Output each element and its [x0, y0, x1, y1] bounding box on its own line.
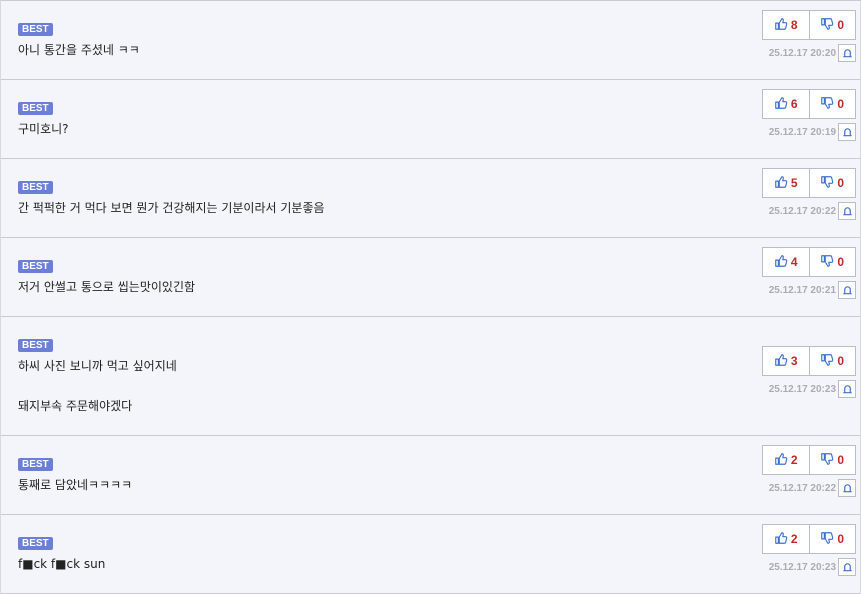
best-badge: BEST	[18, 339, 53, 352]
upvote-button[interactable]: 4	[763, 248, 809, 276]
thumbs-up-icon	[774, 95, 788, 114]
downvote-button[interactable]: 0	[808, 446, 856, 474]
vote-box: 2 0	[762, 445, 856, 475]
thumbs-down-icon	[820, 95, 834, 114]
thumbs-up-icon	[774, 352, 788, 371]
bell-icon	[842, 44, 853, 63]
thumbs-down-icon	[820, 530, 834, 549]
comment-date: 25.12.17 20:20	[768, 47, 836, 59]
comment-text: 통째로 담았네ㅋㅋㅋㅋ	[18, 478, 133, 492]
comment-text: f■ck f■ck sun	[18, 557, 106, 571]
best-badge: BEST	[18, 181, 53, 194]
comment-date: 25.12.17 20:23	[768, 561, 836, 573]
thumbs-down-icon	[820, 253, 834, 272]
downvote-button[interactable]: 0	[808, 248, 856, 276]
downvote-button[interactable]: 0	[808, 11, 856, 39]
bell-icon	[842, 380, 853, 399]
upvote-button[interactable]: 3	[763, 347, 809, 375]
report-button[interactable]	[838, 202, 856, 220]
best-badge: BEST	[18, 537, 53, 550]
downvote-count: 0	[837, 18, 845, 32]
comment-text: 저거 안썰고 통으로 씹는맛이있긴함	[18, 280, 196, 294]
thumbs-up-icon	[774, 16, 788, 35]
report-button[interactable]	[838, 44, 856, 62]
best-badge: BEST	[18, 458, 53, 471]
bell-icon	[842, 281, 853, 300]
comment-item: BEST 저거 안썰고 통으로 씹는맛이있긴함 4 0 25.12.17 20:…	[1, 238, 860, 317]
upvote-button[interactable]: 5	[763, 169, 809, 197]
upvote-count: 3	[790, 354, 798, 368]
report-button[interactable]	[838, 123, 856, 141]
comment-meta: 25.12.17 20:20	[769, 44, 856, 62]
downvote-count: 0	[837, 176, 845, 190]
vote-box: 5 0	[762, 168, 856, 198]
downvote-count: 0	[837, 532, 845, 546]
comment-list: BEST 아니 통간을 주셨네 ㅋㅋ 8 0 25.12.17 20:20 BE…	[0, 0, 861, 594]
comment-meta: 25.12.17 20:19	[769, 123, 856, 141]
comment-item: BEST f■ck f■ck sun 2 0 25.12.17 20:23	[1, 515, 860, 594]
thumbs-down-icon	[820, 16, 834, 35]
report-button[interactable]	[838, 281, 856, 299]
comment-item: BEST 아니 통간을 주셨네 ㅋㅋ 8 0 25.12.17 20:20	[1, 1, 860, 80]
downvote-count: 0	[837, 354, 845, 368]
upvote-count: 6	[790, 97, 798, 111]
upvote-button[interactable]: 8	[763, 11, 809, 39]
upvote-count: 4	[790, 255, 798, 269]
upvote-count: 5	[790, 176, 798, 190]
comment-date: 25.12.17 20:21	[768, 284, 836, 296]
thumbs-down-icon	[820, 174, 834, 193]
report-button[interactable]	[838, 558, 856, 576]
comment-meta: 25.12.17 20:22	[769, 479, 856, 497]
downvote-button[interactable]: 0	[808, 90, 856, 118]
comment-text: 아니 통간을 주셨네 ㅋㅋ	[18, 43, 140, 57]
upvote-button[interactable]: 2	[763, 525, 809, 553]
comment-date: 25.12.17 20:22	[768, 482, 836, 494]
downvote-count: 0	[837, 97, 845, 111]
upvote-count: 8	[790, 18, 798, 32]
vote-box: 6 0	[762, 89, 856, 119]
thumbs-up-icon	[774, 530, 788, 549]
vote-box: 8 0	[762, 10, 856, 40]
bell-icon	[842, 479, 853, 498]
report-button[interactable]	[838, 380, 856, 398]
comment-item: BEST 통째로 담았네ㅋㅋㅋㅋ 2 0 25.12.17 20:22	[1, 436, 860, 515]
downvote-button[interactable]: 0	[808, 347, 856, 375]
comment-item: BEST 하씨 사진 보니까 먹고 싶어지네 돼지부속 주문해야겠다 3 0 2…	[1, 317, 860, 436]
comment-meta: 25.12.17 20:21	[769, 281, 856, 299]
bell-icon	[842, 123, 853, 142]
vote-box: 3 0	[762, 346, 856, 376]
best-badge: BEST	[18, 23, 53, 36]
comment-date: 25.12.17 20:19	[768, 126, 836, 138]
vote-box: 4 0	[762, 247, 856, 277]
thumbs-up-icon	[774, 174, 788, 193]
upvote-count: 2	[790, 453, 798, 467]
bell-icon	[842, 202, 853, 221]
upvote-count: 2	[790, 532, 798, 546]
downvote-button[interactable]: 0	[808, 169, 856, 197]
comment-date: 25.12.17 20:23	[768, 383, 836, 395]
comment-item: BEST 구미호니? 6 0 25.12.17 20:19	[1, 80, 860, 159]
downvote-count: 0	[837, 255, 845, 269]
comment-meta: 25.12.17 20:23	[769, 558, 856, 576]
upvote-button[interactable]: 6	[763, 90, 809, 118]
best-badge: BEST	[18, 102, 53, 115]
best-badge: BEST	[18, 260, 53, 273]
comment-meta: 25.12.17 20:22	[769, 202, 856, 220]
comment-meta: 25.12.17 20:23	[769, 380, 856, 398]
comment-text: 구미호니?	[18, 122, 69, 136]
thumbs-down-icon	[820, 451, 834, 470]
bell-icon	[842, 558, 853, 577]
downvote-button[interactable]: 0	[808, 525, 856, 553]
upvote-button[interactable]: 2	[763, 446, 809, 474]
comment-item: BEST 간 퍽퍽한 거 먹다 보면 뭔가 건강해지는 기분이라서 기분좋음 5…	[1, 159, 860, 238]
report-button[interactable]	[838, 479, 856, 497]
vote-box: 2 0	[762, 524, 856, 554]
comment-text: 하씨 사진 보니까 먹고 싶어지네 돼지부속 주문해야겠다	[18, 359, 177, 413]
comment-date: 25.12.17 20:22	[768, 205, 836, 217]
thumbs-up-icon	[774, 451, 788, 470]
downvote-count: 0	[837, 453, 845, 467]
thumbs-down-icon	[820, 352, 834, 371]
thumbs-up-icon	[774, 253, 788, 272]
comment-text: 간 퍽퍽한 거 먹다 보면 뭔가 건강해지는 기분이라서 기분좋음	[18, 201, 325, 215]
